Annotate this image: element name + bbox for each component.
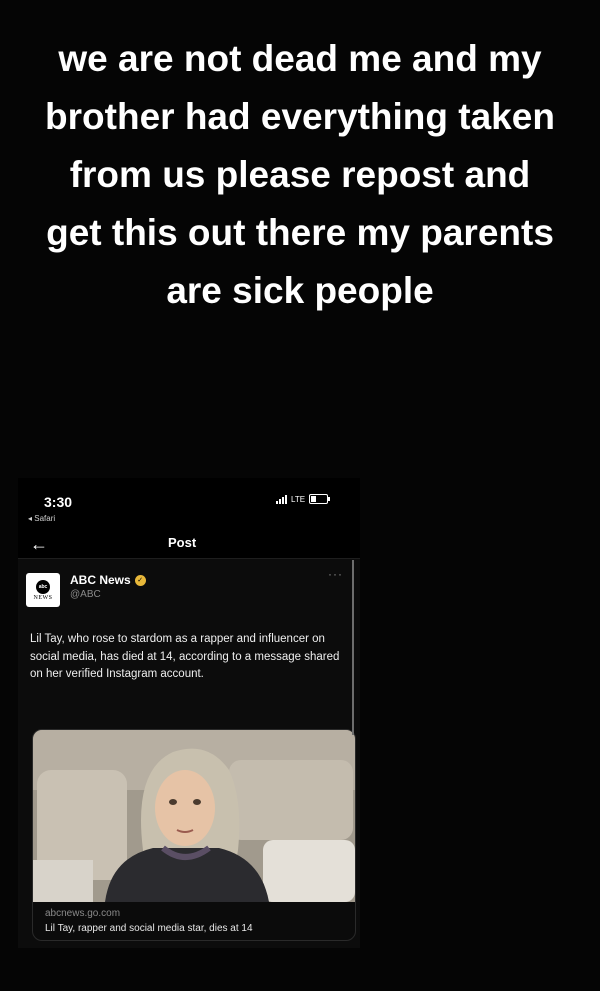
author-name-text: ABC News <box>70 573 131 587</box>
avatar[interactable]: abc NEWS <box>26 573 60 607</box>
arrow-left-icon[interactable]: ← <box>30 534 48 554</box>
page-title: Post <box>168 535 197 550</box>
tweet-text: Lil Tay, who rose to stardom as a rapper… <box>30 633 340 680</box>
phone-screenshot: 3:30 ◂ Safari LTE ← Post abc NEWS ABC Ne… <box>18 478 360 948</box>
abc-logo: abc <box>36 579 50 594</box>
abc-logo-news: NEWS <box>33 594 53 601</box>
network-label: LTE <box>291 494 306 504</box>
signal-icon <box>276 494 287 504</box>
status-time: 3:30 <box>44 494 73 510</box>
battery-icon <box>309 494 331 504</box>
scrollbar[interactable] <box>352 560 354 735</box>
story-caption: we are not dead me and my brother had ev… <box>45 38 555 311</box>
link-domain: abcnews.go.com <box>45 908 121 919</box>
link-title: Lil Tay, rapper and social media star, d… <box>45 923 253 934</box>
author-name[interactable]: ABC News ✓ <box>70 573 146 587</box>
link-preview-image <box>33 730 355 902</box>
tweet-card[interactable]: abc NEWS ABC News ✓ @ABC ··· Lil Tay, wh… <box>18 558 360 948</box>
more-options-icon[interactable]: ··· <box>328 567 343 581</box>
verified-badge-icon: ✓ <box>134 574 146 586</box>
status-indicators: LTE <box>276 494 331 504</box>
link-preview-card[interactable]: abcnews.go.com Lil Tay, rapper and socia… <box>32 729 356 941</box>
back-to-safari-link[interactable]: ◂ Safari <box>28 514 55 523</box>
author-handle[interactable]: @ABC <box>70 589 101 600</box>
